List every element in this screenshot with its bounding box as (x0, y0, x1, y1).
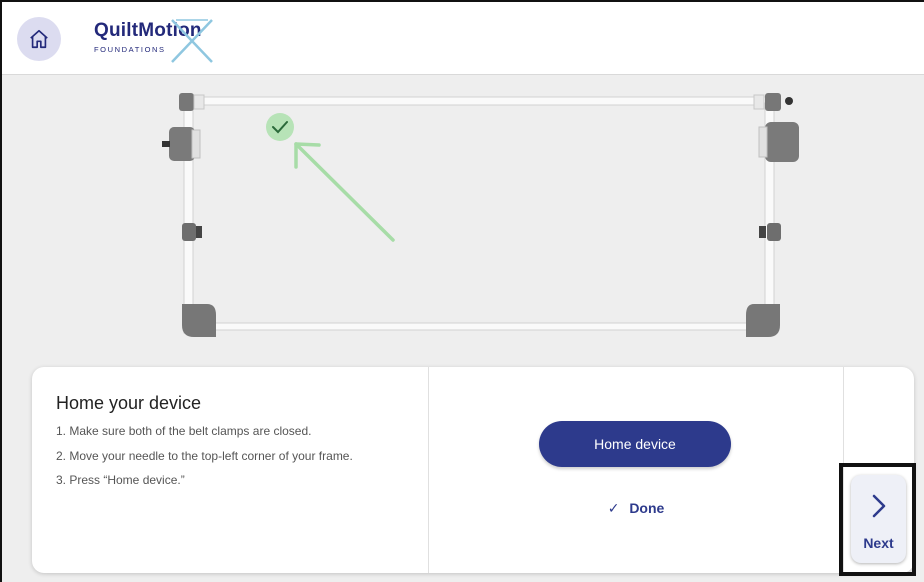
actions-section: Home device ✓ Done (429, 367, 844, 573)
instruction-step-3: 3. Press “Home device.” (56, 473, 185, 487)
chevron-right-icon (872, 494, 886, 518)
logo-subtitle: FOUNDATIONS (94, 45, 166, 54)
done-status: ✓ Done (429, 500, 843, 517)
logo-x-mark (171, 19, 213, 63)
home-button[interactable] (17, 17, 61, 61)
instruction-panel: Home your device 1. Make sure both of th… (32, 367, 914, 573)
done-label: Done (629, 500, 665, 516)
instruction-title: Home your device (56, 393, 202, 413)
quiltmotion-logo: QuiltMotion FOUNDATIONS (94, 19, 213, 64)
instruction-step-1: 1. Make sure both of the belt clamps are… (56, 424, 312, 438)
next-label: Next (863, 535, 894, 551)
home-icon (30, 29, 48, 49)
instruction-step-2: 2. Move your needle to the top-left corn… (56, 449, 353, 463)
done-check-icon: ✓ (607, 500, 620, 516)
next-button[interactable]: Next (851, 475, 906, 563)
quilting-frame-diagram (162, 93, 799, 337)
home-device-button[interactable]: Home device (539, 421, 731, 467)
instructions-section: Home your device 1. Make sure both of th… (32, 367, 429, 573)
app-header: QuiltMotion FOUNDATIONS (2, 2, 924, 75)
